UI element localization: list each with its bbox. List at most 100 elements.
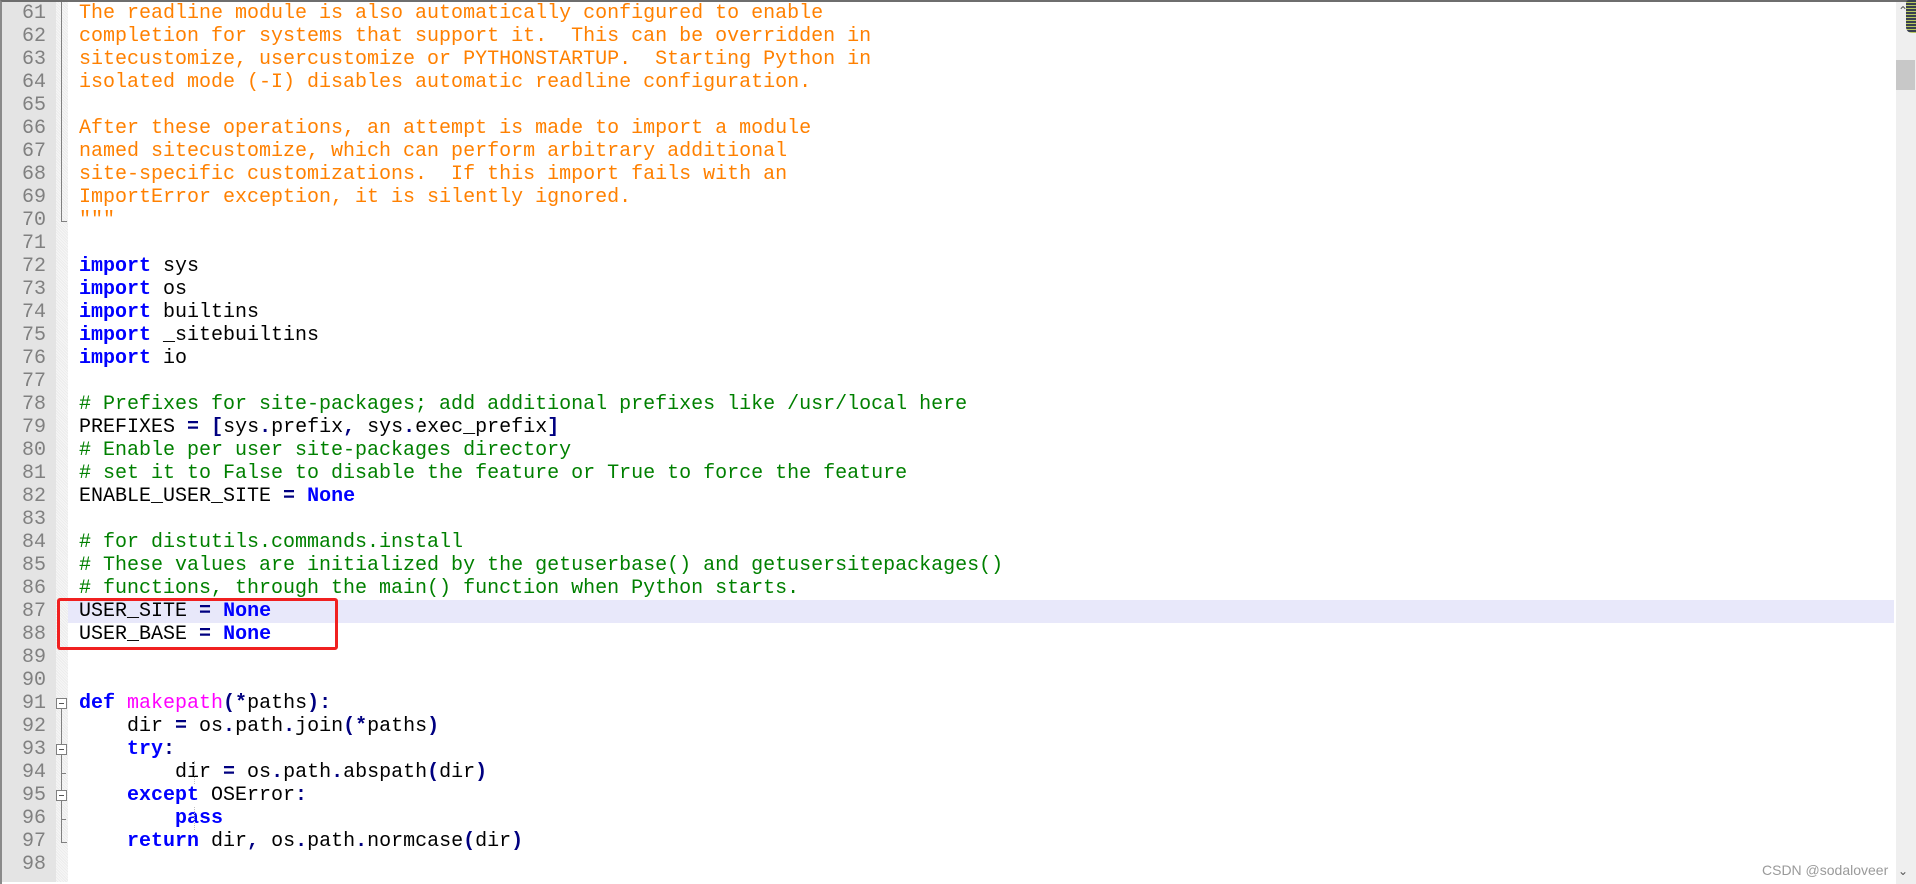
- code-line[interactable]: 80 # Enable per user site-packages direct…: [0, 439, 1894, 462]
- identifier-token: [79, 830, 127, 853]
- line-number: 74: [21, 301, 46, 324]
- fold-line: [56, 117, 68, 140]
- code-line[interactable]: 91 def makepath(*paths):: [0, 692, 1894, 715]
- code-line[interactable]: 61 The readline module is also automatica…: [0, 2, 1894, 25]
- fold-collapse-icon[interactable]: [56, 738, 68, 761]
- code-line[interactable]: 66 After these operations, an attempt is …: [0, 117, 1894, 140]
- line-number: 84: [21, 531, 46, 554]
- code-line[interactable]: 86 # functions, through the main() functi…: [0, 577, 1894, 600]
- identifier-token: path: [307, 830, 356, 853]
- code-editor[interactable]: 61 The readline module is also automatica…: [0, 2, 1894, 876]
- code-line[interactable]: 97 return dir, os.path.normcase(dir): [0, 830, 1894, 853]
- code-line[interactable]: 98: [0, 853, 1894, 876]
- line-number: 76: [21, 347, 46, 370]
- line-number: 72: [21, 255, 46, 278]
- operator-token: .: [355, 830, 368, 853]
- fold-collapse-icon[interactable]: [56, 784, 68, 807]
- code-text: # Prefixes for site-packages; add additi…: [68, 393, 1894, 416]
- code-line[interactable]: 85 # These values are initialized by the …: [0, 554, 1894, 577]
- code-text: # These values are initialized by the ge…: [68, 554, 1894, 577]
- identifier-token: exec_prefix: [415, 416, 548, 439]
- line-number: 68: [21, 163, 46, 186]
- code-text: # for distutils.commands.install: [68, 531, 1894, 554]
- code-text: dir = os.path.abspath(dir): [68, 761, 1894, 784]
- comment-token: # functions, through the main() function…: [79, 577, 800, 600]
- identifier-token: _sitebuiltins: [151, 324, 320, 347]
- line-number: 78: [21, 393, 46, 416]
- docstring-token: sitecustomize, usercustomize or PYTHONST…: [79, 48, 872, 71]
- code-line[interactable]: 78 # Prefixes for site-packages; add addi…: [0, 393, 1894, 416]
- vertical-scrollbar[interactable]: ⌃ ⌄: [1896, 2, 1916, 884]
- code-line[interactable]: 96 pass: [0, 807, 1894, 830]
- fold-line: [56, 94, 68, 117]
- identifier-token: paths: [367, 715, 428, 738]
- code-text: After these operations, an attempt is ma…: [68, 117, 1894, 140]
- identifier-token: ENABLE_USER_SITE: [79, 485, 284, 508]
- operator-token: =: [283, 485, 296, 508]
- code-line[interactable]: 92 dir = os.path.join(*paths): [0, 715, 1894, 738]
- operator-token: ): [511, 830, 524, 853]
- code-line[interactable]: 71: [0, 232, 1894, 255]
- line-number: 92: [21, 715, 46, 738]
- operator-token: ): [475, 761, 488, 784]
- code-text: return dir, os.path.normcase(dir): [68, 830, 1894, 853]
- scroll-down-icon[interactable]: ⌄: [1898, 864, 1908, 878]
- code-line[interactable]: 93 try:: [0, 738, 1894, 761]
- code-text: sitecustomize, usercustomize or PYTHONST…: [68, 48, 1894, 71]
- identifier-token: dir: [79, 761, 224, 784]
- identifier-token: sys: [223, 416, 260, 439]
- code-line[interactable]: 94 dir = os.path.abspath(dir): [0, 761, 1894, 784]
- identifier-token: path: [235, 715, 284, 738]
- operator-token: .: [403, 416, 416, 439]
- line-number: 66: [21, 117, 46, 140]
- line-number: 97: [21, 830, 46, 853]
- watermark: CSDN @sodaloveer: [1762, 862, 1889, 878]
- code-line[interactable]: 90: [0, 669, 1894, 692]
- line-number: 85: [21, 554, 46, 577]
- operator-token: ,: [247, 830, 260, 853]
- code-line[interactable]: 95 except OSError:: [0, 784, 1894, 807]
- code-line[interactable]: 62 completion for systems that support it…: [0, 25, 1894, 48]
- comment-token: # Prefixes for site-packages; add additi…: [79, 393, 968, 416]
- operator-token: ):: [307, 692, 332, 715]
- code-line[interactable]: 70 """: [0, 209, 1894, 232]
- code-line[interactable]: 64 isolated mode (-I) disables automatic …: [0, 71, 1894, 94]
- line-number: 70: [21, 209, 46, 232]
- floating-widget-icon[interactable]: [1906, 0, 1916, 33]
- code-line[interactable]: 77: [0, 370, 1894, 393]
- operator-token: =: [223, 761, 236, 784]
- code-line[interactable]: 65: [0, 94, 1894, 117]
- code-line[interactable]: 73 import os: [0, 278, 1894, 301]
- fold-line: [56, 163, 68, 186]
- docstring-token: isolated mode (-I) disables automatic re…: [79, 71, 812, 94]
- line-number: 86: [21, 577, 46, 600]
- scrollbar-thumb[interactable]: [1896, 60, 1915, 90]
- code-line[interactable]: 83: [0, 508, 1894, 531]
- code-text: USER_BASE = None: [68, 623, 1894, 646]
- code-line[interactable]: 69 ImportError exception, it is silently …: [0, 186, 1894, 209]
- operator-token: =: [175, 715, 188, 738]
- keyword-token: pass: [175, 807, 224, 830]
- code-text: def makepath(*paths):: [68, 692, 1894, 715]
- line-number: 63: [21, 48, 46, 71]
- code-line[interactable]: 75 import _sitebuiltins: [0, 324, 1894, 347]
- code-line[interactable]: 74 import builtins: [0, 301, 1894, 324]
- comment-token: # Enable per user site-packages director…: [79, 439, 572, 462]
- keyword-token: except: [127, 784, 200, 807]
- code-line[interactable]: 68 site-specific customizations. If this …: [0, 163, 1894, 186]
- code-line[interactable]: 79 PREFIXES = [sys.prefix, sys.exec_prefi…: [0, 416, 1894, 439]
- code-line[interactable]: 76 import io: [0, 347, 1894, 370]
- code-line[interactable]: 67 named sitecustomize, which can perform…: [0, 140, 1894, 163]
- code-line[interactable]: 82 ENABLE_USER_SITE = None: [0, 485, 1894, 508]
- operator-token: (*: [223, 692, 248, 715]
- line-number: 75: [21, 324, 46, 347]
- code-line[interactable]: 84 # for distutils.commands.install: [0, 531, 1894, 554]
- code-line[interactable]: 72 import sys: [0, 255, 1894, 278]
- code-line[interactable]: 63 sitecustomize, usercustomize or PYTHON…: [0, 48, 1894, 71]
- code-line[interactable]: 81 # set it to False to disable the featu…: [0, 462, 1894, 485]
- fold-collapse-icon[interactable]: [56, 692, 68, 715]
- fold-line: [56, 140, 68, 163]
